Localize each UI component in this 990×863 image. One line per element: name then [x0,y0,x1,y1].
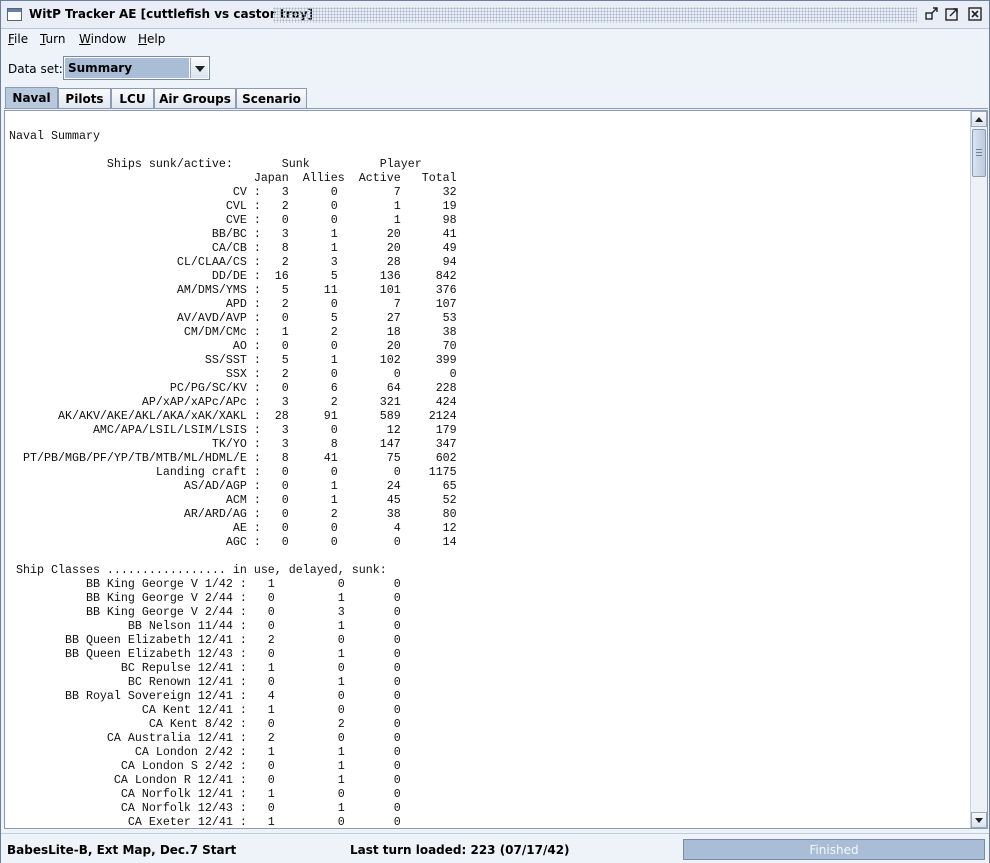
dataset-label: Data set: [8,62,63,76]
menu-window[interactable]: Window [79,32,126,46]
dataset-row: Data set: Summary [1,53,989,83]
scroll-down-arrow-icon[interactable] [971,812,987,828]
maximize-window-icon[interactable] [945,7,961,23]
menu-help[interactable]: Help [138,32,165,46]
progress-label: Finished [809,843,859,857]
status-last-turn: Last turn loaded: 223 (07/17/42) [350,843,570,857]
dataset-selected-value: Summary [65,58,189,78]
dropdown-arrow-icon[interactable] [190,58,208,78]
scroll-thumb[interactable] [972,129,986,177]
thumb-grip-line [976,155,982,156]
report-panel: Naval Summary Ships sunk/active: Sunk Pl… [4,110,988,829]
progress-bar: Finished [683,839,985,860]
tab-pilots[interactable]: Pilots [58,88,111,109]
status-scenario: BabesLite-B, Ext Map, Dec.7 Start [7,843,237,857]
tab-naval[interactable]: Naval [5,87,58,109]
title-bar[interactable]: WitP Tracker AE [cuttlefish vs castor tr… [1,1,989,29]
title-bar-grip [273,7,917,23]
menu-window-label: indow [90,32,127,46]
menu-window-mnemonic: W [79,32,91,46]
scroll-up-arrow-icon[interactable] [971,111,987,127]
report-text: Naval Summary Ships sunk/active: Sunk Pl… [9,129,457,828]
menu-turn-label: urn [45,32,66,46]
menu-help-label: elp [147,32,166,46]
report-text-area[interactable]: Naval Summary Ships sunk/active: Sunk Pl… [5,111,969,828]
thumb-grip-line [976,149,982,150]
tab-lcu[interactable]: LCU [111,88,154,109]
app-window-icon [7,8,22,21]
menu-turn[interactable]: Turn [40,32,65,46]
vertical-scrollbar[interactable] [970,111,987,828]
menu-file-label: ile [14,32,29,46]
menu-help-mnemonic: H [138,32,148,46]
close-window-icon[interactable] [968,7,984,23]
restore-window-icon[interactable] [925,7,941,23]
thumb-grip-line [976,152,982,153]
application-window: WitP Tracker AE [cuttlefish vs castor tr… [0,0,990,863]
tab-strip-divider [4,108,988,109]
window-title: WitP Tracker AE [cuttlefish vs castor tr… [29,7,314,21]
dataset-select[interactable]: Summary [63,56,210,80]
tab-scenario[interactable]: Scenario [236,88,307,109]
status-bar: BabesLite-B, Ext Map, Dec.7 Start Last t… [1,833,989,863]
menu-file[interactable]: File [8,32,28,46]
tab-air-groups[interactable]: Air Groups [154,88,236,109]
menu-bar: File Turn Window Help [1,29,989,50]
tab-strip: Naval Pilots LCU Air Groups Scenario [1,87,989,109]
